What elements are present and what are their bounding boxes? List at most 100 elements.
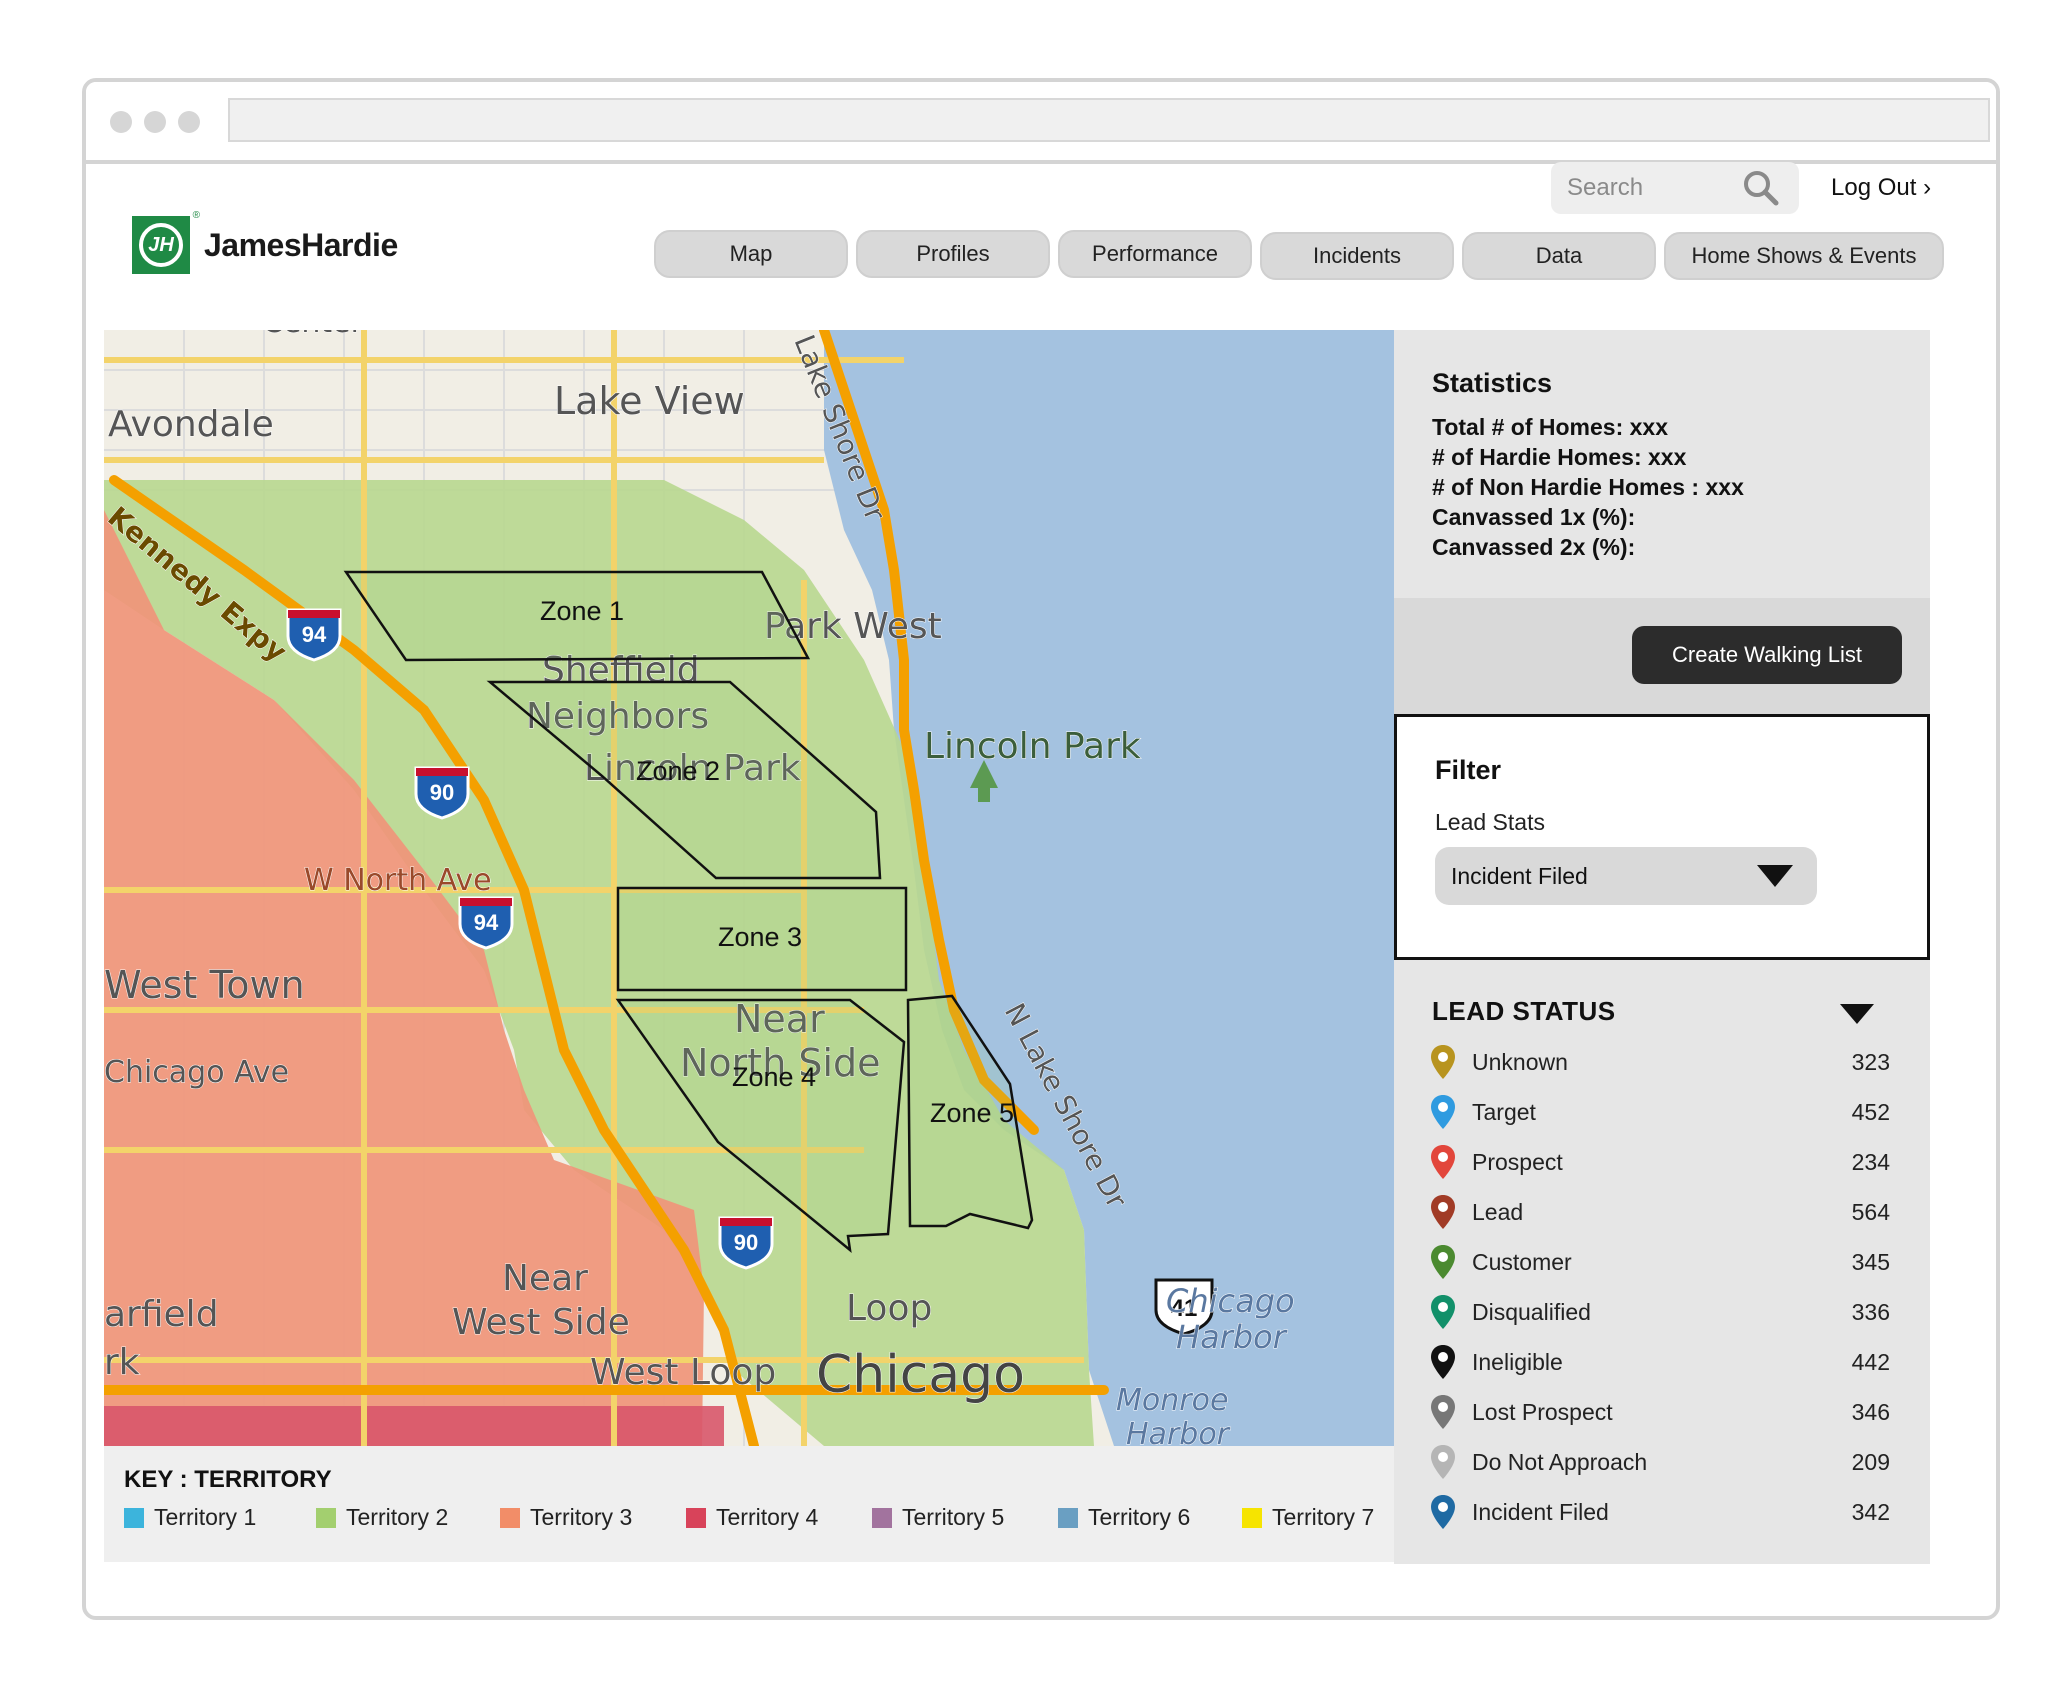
collapse-arrow-icon[interactable] <box>1840 1004 1874 1024</box>
key-item[interactable]: Territory 6 <box>1058 1504 1190 1531</box>
lead-status-item[interactable]: Ineligible 442 <box>1430 1342 1890 1382</box>
place-label: Harbor <box>1126 1417 1231 1446</box>
lead-status-panel: LEAD STATUS Unknown 323 Target 452 Prospect 2… <box>1394 960 1930 1564</box>
stat-hardie-homes: # of Hardie Homes: xxx <box>1432 444 1687 470</box>
logo-monogram: JH <box>139 223 183 267</box>
place-label: W North Ave <box>304 863 492 898</box>
highway-shield-94-north: 94 <box>286 608 342 662</box>
map-pin-icon <box>1431 1245 1455 1279</box>
lead-status-item[interactable]: Disqualified 336 <box>1430 1292 1890 1332</box>
lead-status-item[interactable]: Prospect 234 <box>1430 1142 1890 1182</box>
key-label: Territory 4 <box>716 1504 819 1530</box>
key-label: Territory 1 <box>154 1504 257 1530</box>
lead-status-item[interactable]: Unknown 323 <box>1430 1042 1890 1082</box>
key-item[interactable]: Territory 5 <box>872 1504 1004 1531</box>
key-item[interactable]: Territory 7 <box>1242 1504 1374 1531</box>
lead-status-count: 345 <box>1851 1248 1890 1275</box>
lead-status-label: Ineligible <box>1472 1348 1563 1375</box>
lead-status-item[interactable]: Lead 564 <box>1430 1192 1890 1232</box>
key-item[interactable]: Territory 3 <box>500 1504 632 1531</box>
key-item[interactable]: Territory 2 <box>316 1504 448 1531</box>
logout-link[interactable]: Log Out › <box>1831 174 1931 202</box>
zone-label: Zone 2 <box>636 756 720 786</box>
lead-status-label: Lead <box>1472 1198 1524 1225</box>
dropdown-value: Incident Filed <box>1451 862 1588 889</box>
zone-label: Zone 1 <box>540 596 624 626</box>
lead-status-item[interactable]: Do Not Approach 209 <box>1430 1442 1890 1482</box>
map-pin-icon <box>1431 1195 1455 1229</box>
filter-label: Lead Stats <box>1435 809 1545 835</box>
place-label: Lincoln Park <box>924 726 1141 767</box>
lead-status-label: Disqualified <box>1472 1298 1591 1325</box>
lead-status-count: 564 <box>1851 1198 1890 1225</box>
stat-canvassed-2x: Canvassed 2x (%): <box>1432 534 1636 560</box>
lead-status-label: Incident Filed <box>1472 1498 1609 1525</box>
territory-map[interactable]: 94 90 94 90 41 Lake View Avondale Lake S… <box>104 330 1394 1446</box>
place-label: Chicago <box>1166 1282 1295 1320</box>
territory-swatch <box>124 1507 144 1528</box>
map-pin-icon <box>1431 1045 1455 1079</box>
lead-status-title: LEAD STATUS <box>1432 996 1616 1026</box>
address-bar[interactable] <box>228 98 1990 142</box>
place-label: Avondale <box>108 404 274 445</box>
lead-status-item[interactable]: Target 452 <box>1430 1092 1890 1132</box>
stat-canvassed-1x: Canvassed 1x (%): <box>1432 504 1636 530</box>
lead-status-label: Unknown <box>1472 1048 1568 1075</box>
highway-shield-94-south: 94 <box>458 896 514 950</box>
place-label: Near <box>502 1258 588 1299</box>
place-label: arfield <box>104 1294 219 1335</box>
nav-profiles[interactable]: Profiles <box>856 230 1050 278</box>
territory-4-area[interactable] <box>104 1406 724 1446</box>
key-label: Territory 3 <box>530 1504 633 1530</box>
window-dot[interactable] <box>178 111 200 133</box>
lead-status-item[interactable]: Lost Prospect 346 <box>1430 1392 1890 1432</box>
lead-status-label: Lost Prospect <box>1472 1398 1613 1425</box>
key-item[interactable]: Territory 1 <box>124 1504 256 1531</box>
territory-key: KEY : TERRITORY Territory 1 Territory 2 … <box>104 1446 1394 1562</box>
nav-map[interactable]: Map <box>654 230 848 278</box>
lead-status-count: 209 <box>1851 1448 1890 1475</box>
place-label: West Side <box>452 1302 630 1343</box>
window-dot[interactable] <box>144 111 166 133</box>
logo-mark: JH ® <box>132 210 200 274</box>
dropdown-arrow-icon[interactable] <box>1757 865 1793 887</box>
stat-non-hardie-homes: # of Non Hardie Homes : xxx <box>1432 474 1744 500</box>
filter-title: Filter <box>1435 755 1502 785</box>
brand-logo[interactable]: JH ® JamesHardie <box>132 210 398 274</box>
territory-swatch <box>316 1507 336 1528</box>
nav-performance[interactable]: Performance <box>1058 230 1252 278</box>
place-label: rk <box>104 1342 140 1383</box>
place-label: Lake View <box>554 379 745 423</box>
lead-status-count: 442 <box>1851 1348 1890 1375</box>
map-canvas[interactable]: 94 90 94 90 41 Lake View Avondale Lake S… <box>104 330 1394 1446</box>
map-pin-icon <box>1431 1345 1455 1379</box>
search-box[interactable]: Search <box>1551 162 1799 214</box>
nav-data[interactable]: Data <box>1462 232 1656 280</box>
statistics-title: Statistics <box>1432 368 1553 398</box>
key-item[interactable]: Territory 4 <box>686 1504 818 1531</box>
search-icon[interactable] <box>1741 168 1781 208</box>
walking-list-area: Create Walking List <box>1394 598 1930 714</box>
lead-stats-dropdown[interactable]: Incident Filed <box>1435 847 1817 905</box>
lead-status-label: Target <box>1472 1098 1536 1125</box>
create-walking-list-button[interactable]: Create Walking List <box>1632 626 1902 684</box>
search-input[interactable]: Search <box>1567 174 1741 202</box>
place-label: West Town <box>104 963 305 1007</box>
map-pin-icon <box>1431 1295 1455 1329</box>
highway-shield-90-north: 90 <box>414 766 470 820</box>
zone-label: Zone 5 <box>930 1098 1014 1128</box>
zone-label: Zone 4 <box>732 1062 816 1092</box>
brand-name: JamesHardie <box>204 226 398 263</box>
nav-incidents[interactable]: Incidents <box>1260 232 1454 280</box>
place-label: West Loop <box>590 1352 776 1393</box>
map-pin-icon <box>1431 1495 1455 1529</box>
lead-status-count: 346 <box>1851 1398 1890 1425</box>
filter-panel: Filter Lead Stats Incident Filed <box>1394 714 1930 960</box>
lead-status-label: Do Not Approach <box>1472 1448 1648 1475</box>
highway-shield-90-south: 90 <box>718 1216 774 1270</box>
lead-status-item[interactable]: Incident Filed 342 <box>1430 1492 1890 1532</box>
window-dot[interactable] <box>110 111 132 133</box>
nav-home-shows-events[interactable]: Home Shows & Events <box>1664 232 1944 280</box>
lead-status-item[interactable]: Customer 345 <box>1430 1242 1890 1282</box>
place-label: Center <box>262 330 364 340</box>
